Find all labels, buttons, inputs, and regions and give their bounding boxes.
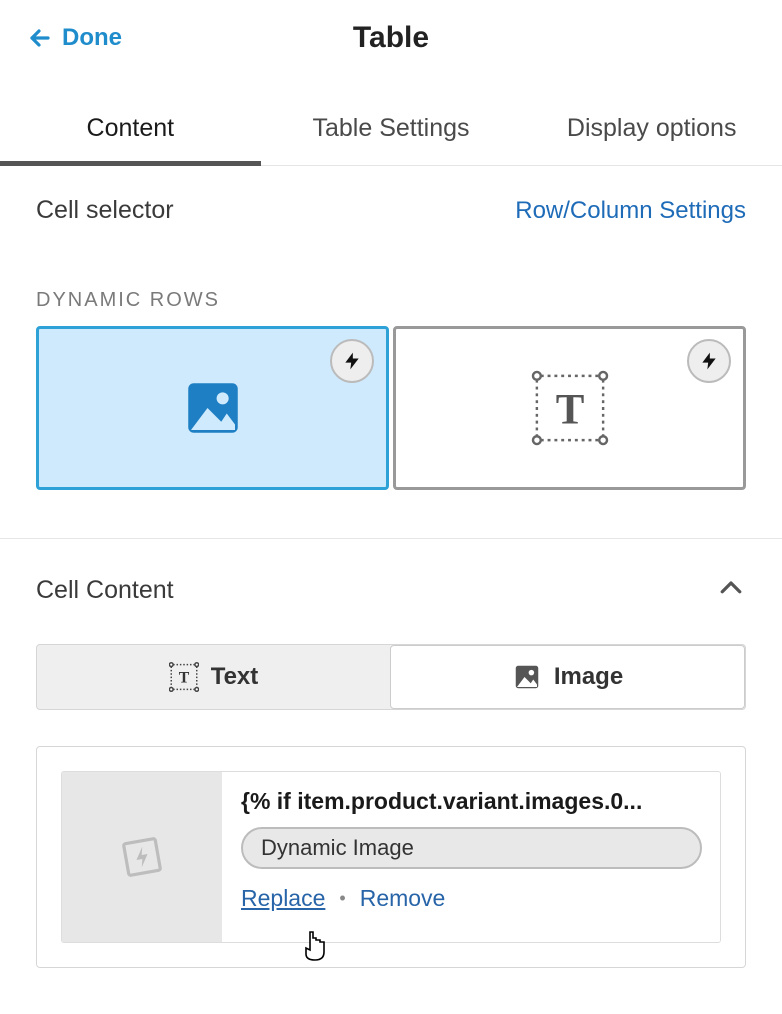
arrow-left-icon: [28, 26, 52, 50]
separator-dot: •: [339, 888, 345, 909]
image-icon: [512, 662, 542, 692]
cell-selector-section: Cell selector Row/Column Settings: [0, 166, 782, 249]
image-icon: [180, 375, 246, 441]
dynamic-rows-heading: DYNAMIC ROWS: [36, 289, 746, 312]
back-label: Done: [62, 24, 122, 52]
asset-row: {% if item.product.variant.images.0... D…: [61, 771, 721, 943]
toggle-text-label: Text: [211, 663, 259, 691]
dynamic-row-text-card[interactable]: T: [393, 326, 746, 490]
tab-bar: Content Table Settings Display options: [0, 96, 782, 166]
toggle-image-button[interactable]: Image: [390, 645, 745, 709]
toggle-text-button[interactable]: T Text: [37, 645, 390, 709]
asset-actions: Replace • Remove: [241, 885, 702, 912]
tab-display-options[interactable]: Display options: [521, 96, 782, 165]
cell-selector-label: Cell selector: [36, 196, 174, 225]
asset-info: {% if item.product.variant.images.0... D…: [223, 772, 720, 942]
row-column-settings-link[interactable]: Row/Column Settings: [515, 197, 746, 225]
panel-header: Done Table: [0, 0, 782, 70]
dynamic-row-cards: T: [0, 326, 782, 490]
image-content-box: {% if item.product.variant.images.0... D…: [36, 746, 746, 968]
cell-type-toggle: T Text Image: [36, 644, 746, 710]
tab-table-settings[interactable]: Table Settings: [261, 96, 522, 165]
collapse-toggle[interactable]: [716, 573, 746, 608]
page-title: Table: [353, 21, 429, 55]
asset-type-pill: Dynamic Image: [241, 827, 702, 869]
tab-content[interactable]: Content: [0, 96, 261, 165]
toggle-image-label: Image: [554, 663, 623, 691]
asset-thumbnail[interactable]: [62, 772, 222, 942]
text-frame-icon: T: [169, 662, 199, 692]
dynamic-placeholder-icon: [114, 829, 170, 885]
cell-content-title: Cell Content: [36, 576, 174, 605]
asset-liquid-code: {% if item.product.variant.images.0...: [241, 788, 702, 815]
dynamic-badge-icon: [330, 339, 374, 383]
dynamic-badge-icon: [687, 339, 731, 383]
remove-link[interactable]: Remove: [360, 885, 446, 912]
svg-text:T: T: [555, 387, 584, 434]
dynamic-row-image-card[interactable]: [36, 326, 389, 490]
replace-link[interactable]: Replace: [241, 885, 325, 912]
back-button[interactable]: Done: [28, 24, 122, 52]
chevron-up-icon: [716, 573, 746, 603]
text-frame-icon: T: [531, 370, 609, 446]
cell-content-header: Cell Content: [0, 539, 782, 608]
svg-text:T: T: [178, 670, 189, 687]
